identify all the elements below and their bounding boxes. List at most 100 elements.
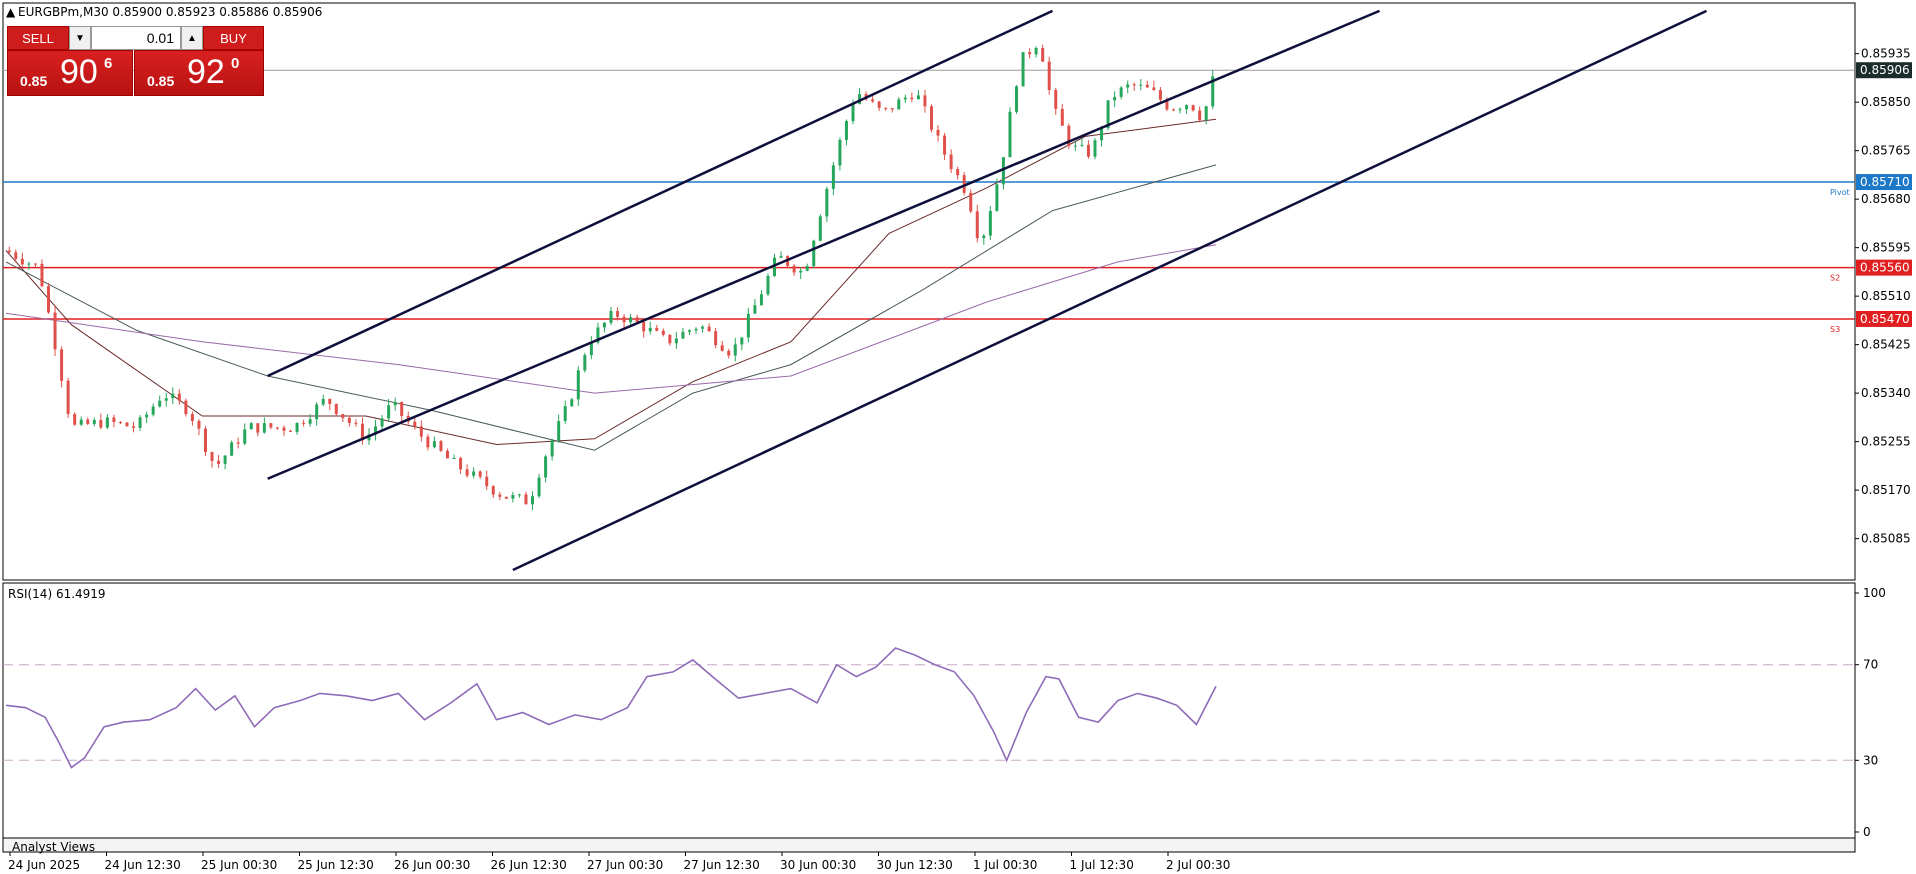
bottom-tab-strip <box>2 837 1856 853</box>
candle-body <box>602 322 606 328</box>
candle-body <box>459 457 463 470</box>
buy-price-digits: 92 <box>187 53 225 91</box>
candle-body <box>995 184 999 211</box>
candle-body <box>674 338 678 344</box>
time-tick-label: 24 Jun 12:30 <box>105 858 181 872</box>
current-price-label: 0.85906 <box>1860 63 1910 77</box>
candle-body <box>262 423 266 433</box>
price-tick-label: 0.85170 <box>1861 483 1911 497</box>
time-tick-label: 24 Jun 2025 <box>8 858 80 872</box>
candle-body <box>1198 110 1202 121</box>
candle-body <box>701 326 705 329</box>
candle-body <box>557 421 561 441</box>
candle-body <box>1132 84 1136 86</box>
candle-body <box>308 419 312 424</box>
candle-body <box>897 99 901 110</box>
candle-body <box>177 393 181 401</box>
bottom-tab-label[interactable]: Analyst Views <box>12 840 95 854</box>
candle-body <box>531 496 535 505</box>
candle-body <box>347 417 351 423</box>
candle-body <box>20 258 24 265</box>
candle-body <box>171 393 175 399</box>
candle-body <box>1086 144 1090 157</box>
candle-body <box>452 457 456 459</box>
buy-button[interactable]: BUY <box>203 26 264 50</box>
candle-body <box>197 420 201 429</box>
price-tick-label: 0.85510 <box>1861 289 1911 303</box>
candle-body <box>295 422 299 432</box>
candle-body <box>328 398 332 404</box>
candle-body <box>759 294 763 306</box>
price-tick-label: 0.85765 <box>1861 144 1911 158</box>
time-tick-label: 25 Jun 00:30 <box>201 858 277 872</box>
candle-body <box>1113 96 1117 101</box>
candle-body <box>969 192 973 212</box>
candle-body <box>230 442 234 456</box>
candle-body <box>517 494 521 496</box>
lot-decrease-button[interactable]: ▼ <box>69 26 91 50</box>
candle-body <box>903 97 907 100</box>
candle-body <box>890 108 894 110</box>
rsi-tick-label: 30 <box>1863 753 1878 767</box>
candle-body <box>635 317 639 322</box>
candle-body <box>576 370 580 400</box>
lot-increase-button[interactable]: ▲ <box>181 26 203 50</box>
candle-body <box>1145 84 1149 88</box>
candle-body <box>14 252 18 259</box>
candle-body <box>432 441 436 448</box>
sell-button[interactable]: SELL <box>7 26 69 50</box>
candle-body <box>1126 84 1130 88</box>
candle-body <box>1139 84 1143 86</box>
time-tick-label: 1 Jul 12:30 <box>1070 858 1134 872</box>
candle-body <box>668 334 672 344</box>
candle-body <box>884 107 888 109</box>
candle-body <box>1073 145 1077 147</box>
candle-body <box>354 422 358 424</box>
candle-body <box>727 350 731 356</box>
lot-size-input[interactable] <box>91 26 181 50</box>
candle-body <box>910 97 914 100</box>
price-tick-label: 0.85935 <box>1861 47 1911 61</box>
candle-body <box>60 349 64 381</box>
candle-body <box>413 421 417 427</box>
time-tick-label: 30 Jun 00:30 <box>780 858 856 872</box>
candle-body <box>943 135 947 155</box>
chart-header-triangle-icon[interactable]: ▲ <box>6 5 16 19</box>
candle-body <box>439 441 443 451</box>
price-tick-label: 0.85425 <box>1861 338 1911 352</box>
candle-body <box>1034 47 1038 55</box>
candle-body <box>1015 86 1019 112</box>
candle-body <box>642 321 646 332</box>
sell-price-digits: 90 <box>60 53 98 91</box>
candle-body <box>661 330 665 335</box>
rsi-tick-label: 100 <box>1863 586 1886 600</box>
candle-body <box>445 450 449 459</box>
candle-body <box>694 328 698 331</box>
candle-body <box>792 265 796 273</box>
candle-body <box>491 486 495 495</box>
candle-body <box>334 403 338 415</box>
sell-price-box[interactable]: 0.85 90 6 <box>7 50 133 96</box>
chart-symbol-info: EURGBPm,M30 0.85900 0.85923 0.85886 0.85… <box>18 5 322 19</box>
candle-body <box>916 95 920 100</box>
level-name-s3: S3 <box>1830 325 1840 334</box>
candle-body <box>629 317 633 323</box>
level-name-s2: S2 <box>1830 274 1840 283</box>
buy-price-box[interactable]: 0.85 92 0 <box>134 50 264 96</box>
candle-body <box>341 414 345 418</box>
candle-body <box>426 436 430 448</box>
candle-body <box>118 422 122 424</box>
candle-body <box>511 494 515 499</box>
candle-body <box>478 471 482 477</box>
candle-body <box>112 417 116 423</box>
candle-body <box>753 305 757 314</box>
candle-body <box>138 417 142 428</box>
candle-body <box>1171 109 1175 111</box>
candle-body <box>158 400 162 407</box>
chart-canvas: Pivot0.85710S20.85560S30.854700.85906 0.… <box>2 2 1912 872</box>
candle-body <box>537 477 541 497</box>
rsi-indicator-label: RSI(14) 61.4919 <box>8 587 106 601</box>
candle-body <box>249 423 253 430</box>
candle-body <box>485 476 489 487</box>
rsi-tick-label: 70 <box>1863 658 1878 672</box>
